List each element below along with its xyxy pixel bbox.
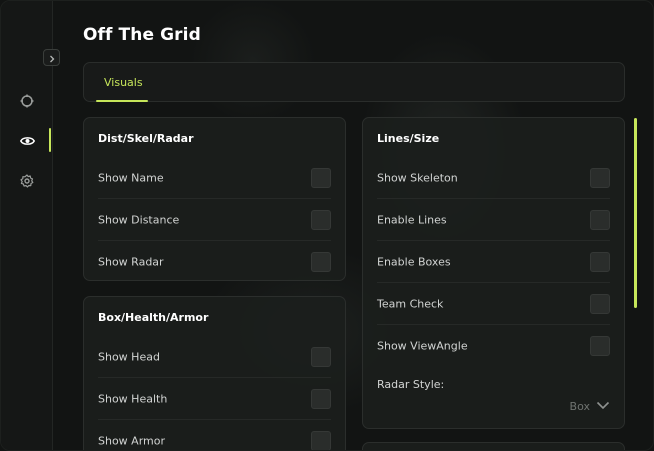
- option-label: Show Head: [98, 350, 160, 363]
- section-title: Dist/Skel/Radar: [98, 132, 194, 145]
- page-title: Off The Grid: [83, 25, 201, 45]
- chevron-right-icon: [48, 48, 56, 67]
- option-label: Show ViewAngle: [377, 339, 468, 353]
- option-label: Enable Boxes: [377, 255, 451, 268]
- option-label: Show Radar: [98, 255, 164, 269]
- option-row: Show Distance: [98, 199, 331, 241]
- show-head-checkbox[interactable]: [311, 346, 331, 367]
- option-label: Show Skeleton: [377, 171, 458, 184]
- tab-active-underline: [96, 100, 148, 102]
- enable-boxes-checkbox[interactable]: [590, 251, 610, 272]
- option-label: Show Health: [98, 392, 168, 405]
- section-lines-size: Lines/Size Show Skeleton Enable Lines En…: [362, 117, 625, 429]
- show-armor-checkbox[interactable]: [311, 431, 331, 450]
- team-check-checkbox[interactable]: [590, 293, 610, 314]
- option-row: Show Health: [98, 378, 331, 420]
- tab-bar: Visuals: [83, 62, 625, 102]
- option-row: Show ViewAngle: [377, 325, 610, 367]
- show-skeleton-checkbox[interactable]: [590, 167, 610, 188]
- option-row: Show Skeleton: [377, 157, 610, 199]
- eye-icon[interactable]: [19, 133, 35, 149]
- option-label: Show Armor: [98, 434, 165, 448]
- option-row: Enable Lines: [377, 199, 610, 241]
- section-partial: [362, 442, 625, 450]
- option-label: Show Distance: [98, 213, 180, 226]
- option-label: Show Name: [98, 171, 164, 184]
- sidebar: [1, 1, 53, 450]
- show-name-checkbox[interactable]: [311, 167, 331, 188]
- option-row: Show Head: [98, 336, 331, 378]
- radar-style-dropdown[interactable]: Box: [570, 400, 610, 413]
- radar-style-label: Radar Style:: [377, 378, 445, 391]
- option-row: Show Armor: [98, 420, 331, 450]
- radar-style-value: Box: [569, 400, 590, 413]
- gear-icon[interactable]: [19, 173, 35, 189]
- crosshair-icon[interactable]: [19, 93, 35, 109]
- show-health-checkbox[interactable]: [311, 388, 331, 409]
- option-row: Show Name: [98, 157, 331, 199]
- enable-lines-checkbox[interactable]: [590, 209, 610, 230]
- section-box-health-armor: Box/Health/Armor Show Head Show Health S…: [83, 296, 346, 450]
- option-label: Team Check: [377, 297, 444, 310]
- tab-visuals[interactable]: Visuals: [96, 63, 151, 101]
- scrollbar[interactable]: [634, 118, 637, 308]
- active-nav-indicator: [49, 128, 51, 152]
- option-row: Enable Boxes: [377, 241, 610, 283]
- section-dist-skel-radar: Dist/Skel/Radar Show Name Show Distance …: [83, 117, 346, 281]
- chevron-down-icon: [596, 400, 610, 413]
- option-label: Enable Lines: [377, 213, 447, 226]
- option-row: Team Check: [377, 283, 610, 325]
- section-title: Box/Health/Armor: [98, 311, 209, 324]
- show-radar-checkbox[interactable]: [311, 252, 331, 272]
- show-distance-checkbox[interactable]: [311, 209, 331, 230]
- sidebar-toggle-button[interactable]: [43, 49, 60, 66]
- section-title: Lines/Size: [377, 132, 440, 145]
- show-viewangle-checkbox[interactable]: [590, 336, 610, 356]
- option-row: Show Radar: [98, 241, 331, 280]
- app-window: Off The Grid Visuals Dist/Skel/Radar Sho…: [0, 0, 654, 451]
